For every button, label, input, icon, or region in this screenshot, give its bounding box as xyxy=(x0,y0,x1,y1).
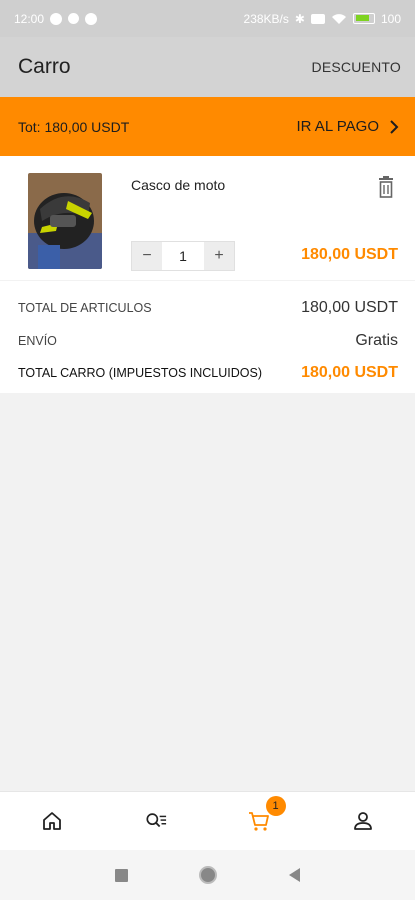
network-speed: 238KB/s xyxy=(243,11,289,26)
delete-icon[interactable] xyxy=(376,176,396,198)
screen-icon xyxy=(310,13,325,24)
bluetooth-icon: ✱ xyxy=(294,11,305,26)
product-image[interactable] xyxy=(28,173,102,269)
square-icon xyxy=(114,868,128,882)
search-list-icon xyxy=(146,813,166,828)
quantity-stepper: − 1 + xyxy=(131,241,235,271)
page-title: Carro xyxy=(18,55,71,78)
shipping-row: ENVÍO Gratis xyxy=(18,332,398,350)
recent-apps-button[interactable] xyxy=(114,868,128,882)
notification-icon xyxy=(50,12,63,25)
status-bar: 12:00 238KB/s ✱ 100 xyxy=(0,0,415,37)
checkout-total: Tot: 180,00 USDT xyxy=(18,118,130,135)
nav-home[interactable] xyxy=(0,792,104,850)
checkout-button[interactable]: IR AL PAGO xyxy=(296,118,399,135)
discount-button[interactable]: DESCUENTO xyxy=(312,59,401,75)
nav-cart[interactable]: 1 xyxy=(208,792,312,850)
home-icon xyxy=(42,812,61,830)
items-total-value: 180,00 USDT xyxy=(301,299,398,316)
fan-icon xyxy=(68,13,80,24)
cart-icon xyxy=(249,812,270,831)
increase-quantity-button[interactable]: + xyxy=(204,242,234,270)
nav-search[interactable] xyxy=(104,792,208,850)
back-triangle-icon xyxy=(288,868,300,882)
battery-icon xyxy=(352,13,375,24)
cart-summary: TOTAL DE ARTICULOS 180,00 USDT ENVÍO Gra… xyxy=(0,280,415,393)
shipping-label: ENVÍO xyxy=(18,334,57,348)
checkout-button-label: IR AL PAGO xyxy=(296,118,379,135)
back-button[interactable] xyxy=(288,868,301,882)
decrease-quantity-button[interactable]: − xyxy=(132,242,162,270)
status-time: 12:00 xyxy=(14,11,45,26)
circle-icon xyxy=(198,866,217,884)
status-right: 238KB/s ✱ 100 xyxy=(244,12,401,26)
status-left: 12:00 xyxy=(14,11,98,26)
user-icon xyxy=(354,812,373,830)
cart-item: Casco de moto − 1 + 180,00 USDT xyxy=(0,156,415,280)
shipping-value: Gratis xyxy=(355,332,398,349)
cart-total-row: TOTAL CARRO (IMPUESTOS INCLUIDOS) 180,00… xyxy=(18,364,398,382)
quantity-value[interactable]: 1 xyxy=(162,242,204,270)
home-button[interactable] xyxy=(198,865,218,885)
cart-total-value: 180,00 USDT xyxy=(301,364,398,381)
app-bar: Carro DESCUENTO xyxy=(0,37,415,97)
notification-icon-2 xyxy=(85,12,98,25)
battery-level: 100 xyxy=(380,11,401,26)
system-nav xyxy=(0,850,415,900)
cart-total-label: TOTAL CARRO (IMPUESTOS INCLUIDOS) xyxy=(18,366,263,380)
chevron-right-icon xyxy=(390,119,399,134)
items-total-label: TOTAL DE ARTICULOS xyxy=(18,301,152,315)
wifi-icon xyxy=(331,13,346,24)
product-name[interactable]: Casco de moto xyxy=(131,177,225,193)
checkout-bar: Tot: 180,00 USDT IR AL PAGO xyxy=(0,97,415,156)
cart-badge: 1 xyxy=(265,796,286,816)
item-price: 180,00 USDT xyxy=(301,246,398,263)
nav-account[interactable] xyxy=(311,792,415,850)
bottom-nav: 1 xyxy=(0,791,415,850)
items-total-row: TOTAL DE ARTICULOS 180,00 USDT xyxy=(18,299,398,317)
